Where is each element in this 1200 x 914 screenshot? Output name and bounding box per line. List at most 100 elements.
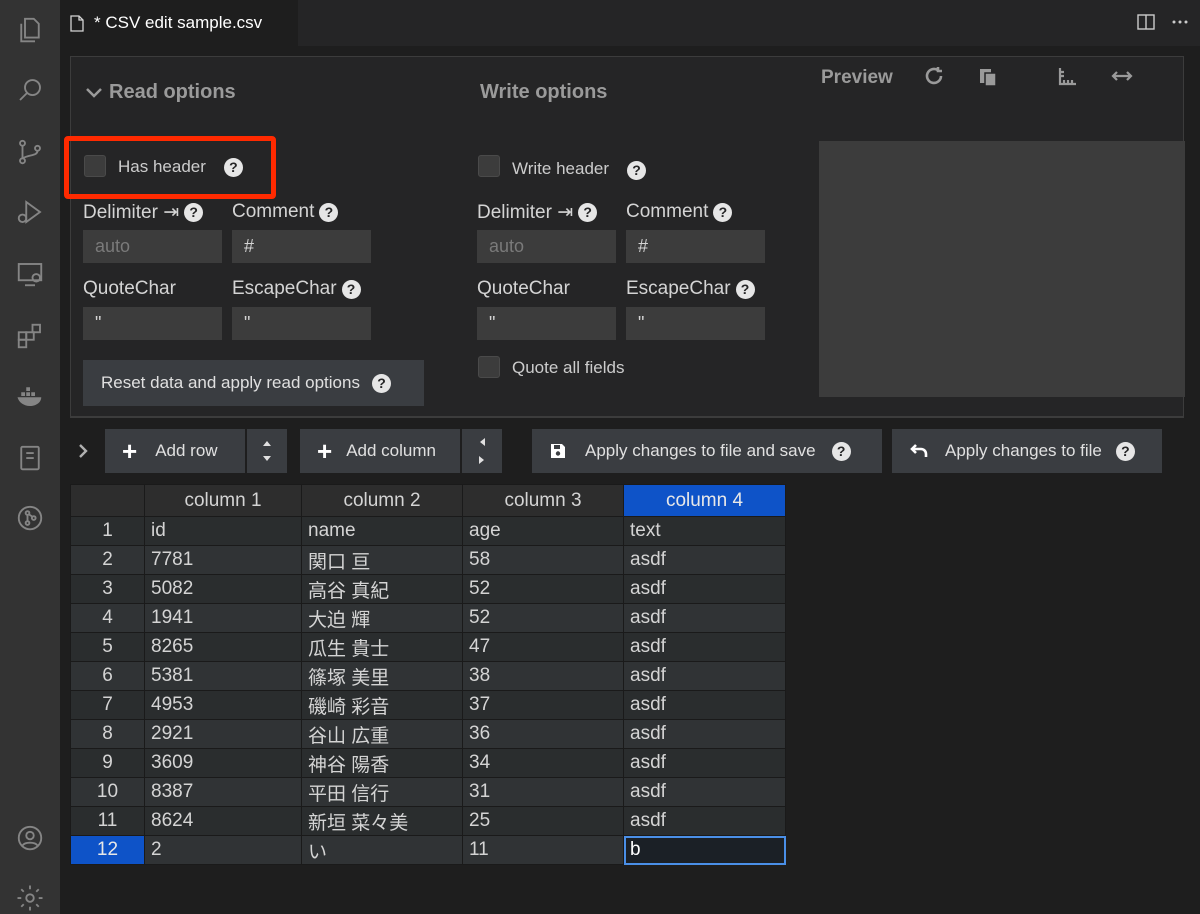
write-delimiter-input[interactable]: auto bbox=[477, 230, 616, 263]
write-quotechar-input[interactable]: " bbox=[477, 307, 616, 340]
table-cell[interactable]: asdf bbox=[623, 777, 786, 807]
row-number-cell[interactable]: 1 bbox=[70, 516, 145, 546]
add-row-position-toggle[interactable] bbox=[247, 429, 287, 473]
table-cell[interactable]: 新垣 菜々美 bbox=[301, 806, 463, 836]
read-options-header[interactable]: Read options bbox=[85, 81, 236, 104]
table-cell[interactable]: 25 bbox=[462, 806, 624, 836]
table-cell[interactable]: 38 bbox=[462, 661, 624, 691]
source-control-icon[interactable] bbox=[12, 134, 48, 170]
table-cell[interactable]: 高谷 真紀 bbox=[301, 574, 463, 604]
table-cell[interactable]: asdf bbox=[623, 806, 786, 836]
table-cell[interactable]: 2921 bbox=[144, 719, 302, 749]
row-number-cell[interactable]: 7 bbox=[70, 690, 145, 720]
table-cell[interactable]: 8624 bbox=[144, 806, 302, 836]
apply-help-icon[interactable]: ? bbox=[1115, 441, 1135, 461]
table-cell[interactable]: 2 bbox=[144, 835, 302, 865]
corner-cell[interactable] bbox=[70, 484, 145, 517]
table-cell[interactable]: 8265 bbox=[144, 632, 302, 662]
table-cell[interactable]: い bbox=[301, 835, 463, 865]
ruler-icon[interactable] bbox=[1057, 65, 1079, 87]
row-number-cell[interactable]: 4 bbox=[70, 603, 145, 633]
table-cell[interactable]: asdf bbox=[623, 690, 786, 720]
row-number-cell[interactable]: 12 bbox=[70, 835, 145, 865]
table-cell[interactable]: 5381 bbox=[144, 661, 302, 691]
table-cell[interactable]: asdf bbox=[623, 545, 786, 575]
table-cell[interactable]: asdf bbox=[623, 603, 786, 633]
explorer-icon[interactable] bbox=[12, 12, 48, 48]
active-cell[interactable]: b bbox=[623, 835, 786, 865]
caret-up-icon[interactable] bbox=[261, 438, 273, 448]
table-cell[interactable]: asdf bbox=[623, 632, 786, 662]
row-number-cell[interactable]: 8 bbox=[70, 719, 145, 749]
read-escapechar-input[interactable]: " bbox=[232, 307, 371, 340]
write-header-help-icon[interactable]: ? bbox=[627, 161, 647, 180]
write-escapechar-input[interactable]: " bbox=[626, 307, 765, 340]
table-cell[interactable]: 平田 信行 bbox=[301, 777, 463, 807]
read-escapechar-help-icon[interactable]: ? bbox=[341, 279, 361, 299]
row-number-cell[interactable]: 6 bbox=[70, 661, 145, 691]
quote-all-fields-checkbox[interactable] bbox=[478, 356, 500, 378]
table-cell[interactable]: 58 bbox=[462, 545, 624, 575]
copy-icon[interactable] bbox=[977, 65, 999, 87]
table-cell[interactable]: 大迫 輝 bbox=[301, 603, 463, 633]
column-header[interactable]: column 1 bbox=[144, 484, 302, 517]
row-number-cell[interactable]: 3 bbox=[70, 574, 145, 604]
run-debug-icon[interactable] bbox=[12, 194, 48, 230]
git-graph-icon[interactable] bbox=[12, 500, 48, 536]
table-cell[interactable]: 磯崎 彩音 bbox=[301, 690, 463, 720]
remote-explorer-icon[interactable] bbox=[12, 256, 48, 292]
table-cell[interactable]: 34 bbox=[462, 748, 624, 778]
read-delimiter-help-icon[interactable]: ? bbox=[184, 203, 204, 222]
table-cell[interactable]: asdf bbox=[623, 719, 786, 749]
has-header-help-icon[interactable]: ? bbox=[223, 157, 243, 177]
add-column-position-toggle[interactable] bbox=[462, 429, 502, 473]
write-delimiter-help-icon[interactable]: ? bbox=[578, 203, 598, 222]
docker-icon[interactable] bbox=[12, 378, 48, 414]
table-cell[interactable]: id bbox=[144, 516, 302, 546]
apply-save-help-icon[interactable]: ? bbox=[831, 441, 851, 461]
notebook-icon[interactable] bbox=[12, 440, 48, 476]
table-cell[interactable]: asdf bbox=[623, 661, 786, 691]
more-actions-icon[interactable] bbox=[1170, 12, 1190, 32]
row-number-cell[interactable]: 9 bbox=[70, 748, 145, 778]
row-number-cell[interactable]: 2 bbox=[70, 545, 145, 575]
table-cell[interactable]: 37 bbox=[462, 690, 624, 720]
editor-tab[interactable]: * CSV edit sample.csv bbox=[60, 0, 298, 46]
table-cell[interactable]: 神谷 陽香 bbox=[301, 748, 463, 778]
read-comment-help-icon[interactable]: ? bbox=[319, 202, 339, 222]
chevron-right-icon[interactable] bbox=[76, 442, 90, 460]
caret-right-icon[interactable] bbox=[477, 454, 487, 466]
table-cell[interactable]: 谷山 広重 bbox=[301, 719, 463, 749]
table-cell[interactable]: text bbox=[623, 516, 786, 546]
refresh-icon[interactable] bbox=[923, 65, 945, 87]
table-cell[interactable]: 52 bbox=[462, 574, 624, 604]
table-cell[interactable]: 31 bbox=[462, 777, 624, 807]
table-cell[interactable]: 瓜生 貴士 bbox=[301, 632, 463, 662]
table-cell[interactable]: 36 bbox=[462, 719, 624, 749]
row-number-cell[interactable]: 5 bbox=[70, 632, 145, 662]
row-number-cell[interactable]: 10 bbox=[70, 777, 145, 807]
write-comment-input[interactable]: # bbox=[626, 230, 765, 263]
caret-left-icon[interactable] bbox=[477, 436, 487, 448]
table-cell[interactable]: 関口 亘 bbox=[301, 545, 463, 575]
reset-help-icon[interactable]: ? bbox=[371, 373, 391, 393]
row-number-cell[interactable]: 11 bbox=[70, 806, 145, 836]
apply-and-save-button[interactable]: Apply changes to file and save ? bbox=[532, 429, 882, 473]
column-header[interactable]: column 3 bbox=[462, 484, 624, 517]
table-cell[interactable]: 52 bbox=[462, 603, 624, 633]
table-cell[interactable]: 8387 bbox=[144, 777, 302, 807]
table-cell[interactable]: 4953 bbox=[144, 690, 302, 720]
table-cell[interactable]: asdf bbox=[623, 574, 786, 604]
reset-apply-read-button[interactable]: Reset data and apply read options ? bbox=[83, 360, 424, 406]
table-cell[interactable]: 11 bbox=[462, 835, 624, 865]
write-comment-help-icon[interactable]: ? bbox=[713, 202, 733, 222]
add-row-button[interactable]: + Add row bbox=[105, 429, 245, 473]
split-editor-icon[interactable] bbox=[1136, 12, 1156, 32]
write-escapechar-help-icon[interactable]: ? bbox=[735, 279, 755, 299]
settings-gear-icon[interactable] bbox=[12, 880, 48, 914]
apply-changes-button[interactable]: Apply changes to file ? bbox=[892, 429, 1162, 473]
expand-width-icon[interactable] bbox=[1111, 65, 1133, 87]
table-cell[interactable]: asdf bbox=[623, 748, 786, 778]
table-cell[interactable]: 3609 bbox=[144, 748, 302, 778]
column-header[interactable]: column 2 bbox=[301, 484, 463, 517]
